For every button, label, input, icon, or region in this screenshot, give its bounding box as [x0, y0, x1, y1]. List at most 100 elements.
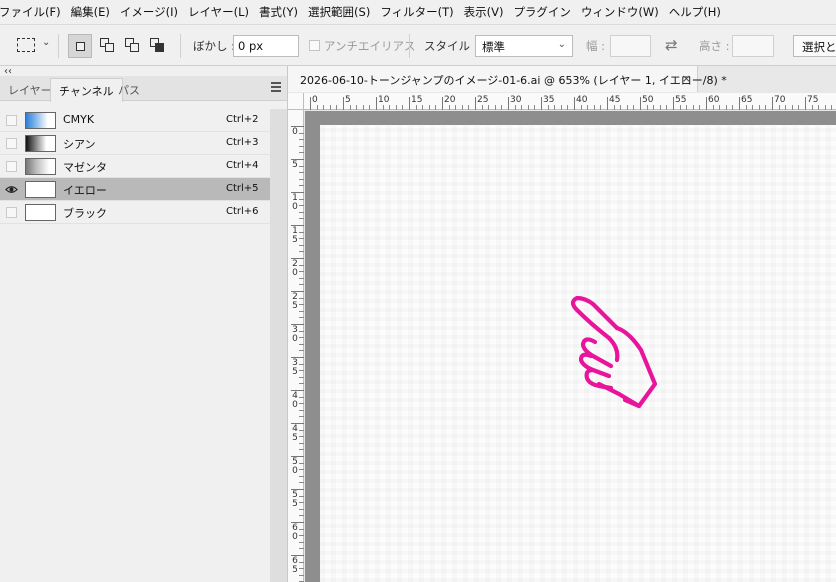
ruler-minor-tick: [593, 105, 595, 110]
chevron-down-icon[interactable]: ⌄: [42, 37, 50, 48]
ruler-minor-tick: [299, 244, 304, 246]
close-icon[interactable]: ×: [682, 72, 691, 85]
menu-item-1[interactable]: 編集(E): [66, 0, 115, 24]
ruler-label: 40: [576, 95, 588, 105]
document-tab[interactable]: 2026-06-10-トーンジャンプのイメージ-01-6.ai @ 653% (…: [288, 66, 727, 92]
menu-item-0[interactable]: ファイル(F): [0, 0, 66, 24]
ruler-label: 40: [292, 391, 298, 410]
menu-item-4[interactable]: 書式(Y): [254, 0, 303, 24]
channel-row-black[interactable]: ブラック Ctrl+6: [0, 201, 270, 224]
ruler-minor-tick: [299, 568, 304, 570]
menu-item-10[interactable]: ヘルプ(H): [664, 0, 726, 24]
width-label: 幅 :: [586, 39, 606, 53]
width-input[interactable]: [610, 35, 651, 57]
menu-item-2[interactable]: イメージ(I): [115, 0, 183, 24]
ruler-label: 5: [292, 160, 298, 170]
ruler-minor-tick: [323, 105, 325, 110]
feather-input[interactable]: 0 px: [233, 35, 299, 57]
visibility-toggle[interactable]: [6, 138, 17, 149]
channel-thumbnail: [25, 135, 56, 152]
channel-name: マゼンタ: [63, 161, 107, 174]
horizontal-ruler[interactable]: 0 5 10 15 20 25 30 35 40 45 50 55 60 65 70 75: [304, 93, 836, 110]
tab-paths[interactable]: パス: [110, 78, 148, 101]
rect-marquee-icon[interactable]: [17, 38, 35, 52]
ruler-minor-tick: [448, 105, 450, 110]
ruler-minor-tick: [567, 105, 569, 110]
ruler-tick: [640, 97, 641, 110]
ruler-tick: [508, 97, 509, 110]
ruler-minor-tick: [382, 105, 384, 110]
menu-item-9[interactable]: ウィンドウ(W): [576, 0, 664, 24]
ruler-minor-tick: [299, 264, 304, 266]
style-select[interactable]: 標準 ⌄: [475, 35, 573, 57]
ruler-minor-tick: [488, 105, 490, 110]
menu-item-3[interactable]: レイヤー(L): [183, 0, 254, 24]
visibility-toggle[interactable]: [6, 115, 17, 126]
ruler-minor-tick: [299, 409, 304, 411]
antialias-checkbox[interactable]: [309, 40, 320, 51]
swap-arrows-icon[interactable]: ⇄: [665, 36, 678, 54]
select-and-mask-button[interactable]: 選択とマスク...: [793, 35, 836, 57]
artboard-canvas[interactable]: [320, 125, 836, 582]
ruler-minor-tick: [659, 105, 661, 110]
ruler-minor-tick: [299, 376, 304, 378]
ruler-label: 35: [292, 358, 298, 377]
ruler-minor-tick: [646, 105, 648, 110]
options-bar: ⌄ ぼかし : 0 px アンチエイリアス スタイル : 標準 ⌄ 幅 : ⇄ …: [0, 24, 836, 66]
ruler-minor-tick: [299, 475, 304, 477]
ruler-minor-tick: [299, 528, 304, 530]
channel-row-cmyk[interactable]: CMYK Ctrl+2: [0, 109, 270, 132]
ruler-tick: [673, 97, 674, 110]
ruler-minor-tick: [818, 105, 820, 110]
ruler-minor-tick: [299, 297, 304, 299]
channel-row-magenta[interactable]: マゼンタ Ctrl+4: [0, 155, 270, 178]
ruler-label: 35: [543, 95, 555, 105]
panel-scrollbar[interactable]: [270, 109, 287, 582]
ruler-minor-tick: [699, 105, 701, 110]
ruler-minor-tick: [719, 105, 721, 110]
ruler-tick: [706, 97, 707, 110]
ruler-label: 20: [292, 259, 298, 278]
panel-menu-icon[interactable]: [271, 82, 281, 94]
ruler-label: 10: [378, 95, 390, 105]
ruler-minor-tick: [752, 105, 754, 110]
ruler-minor-tick: [299, 416, 304, 418]
add-selection-button[interactable]: [96, 34, 120, 58]
ruler-minor-tick: [299, 238, 304, 240]
ruler-tick: [772, 97, 773, 110]
height-input[interactable]: [732, 35, 774, 57]
vertical-ruler[interactable]: 0 5 10 15 20 25 30 35 40 45 50 55 60 65: [288, 110, 304, 582]
ruler-tick: [442, 97, 443, 110]
separator: [180, 34, 181, 58]
menu-item-7[interactable]: 表示(V): [459, 0, 509, 24]
ruler-minor-tick: [494, 105, 496, 110]
menu-item-6[interactable]: フィルター(T): [375, 0, 458, 24]
ruler-minor-tick: [461, 105, 463, 110]
eye-icon[interactable]: [5, 183, 18, 196]
ruler-minor-tick: [299, 152, 304, 154]
ruler-label: 60: [708, 95, 720, 105]
ruler-tick: [607, 97, 608, 110]
ruler-minor-tick: [299, 304, 304, 306]
menu-item-8[interactable]: プラグイン: [508, 0, 576, 24]
ruler-minor-tick: [758, 105, 760, 110]
visibility-toggle[interactable]: [6, 161, 17, 172]
ruler-corner: [288, 93, 304, 110]
feather-label: ぼかし :: [193, 39, 236, 53]
channel-shortcut: Ctrl+2: [226, 114, 259, 125]
menu-item-5[interactable]: 選択範囲(S): [303, 0, 375, 24]
channel-thumbnail: [25, 158, 56, 175]
ruler-label: 0: [292, 127, 298, 137]
ruler-minor-tick: [299, 561, 304, 563]
subtract-selection-button[interactable]: [121, 34, 145, 58]
ruler-minor-tick: [299, 462, 304, 464]
ruler-minor-tick: [299, 383, 304, 385]
intersect-selection-button[interactable]: [146, 34, 170, 58]
ruler-minor-tick: [299, 165, 304, 167]
height-label: 高さ :: [699, 39, 730, 53]
ruler-minor-tick: [299, 185, 304, 187]
channel-row-yellow[interactable]: イエロー Ctrl+5: [0, 178, 270, 201]
channel-row-cyan[interactable]: シアン Ctrl+3: [0, 132, 270, 155]
visibility-toggle[interactable]: [6, 207, 17, 218]
new-selection-button[interactable]: [68, 34, 92, 58]
